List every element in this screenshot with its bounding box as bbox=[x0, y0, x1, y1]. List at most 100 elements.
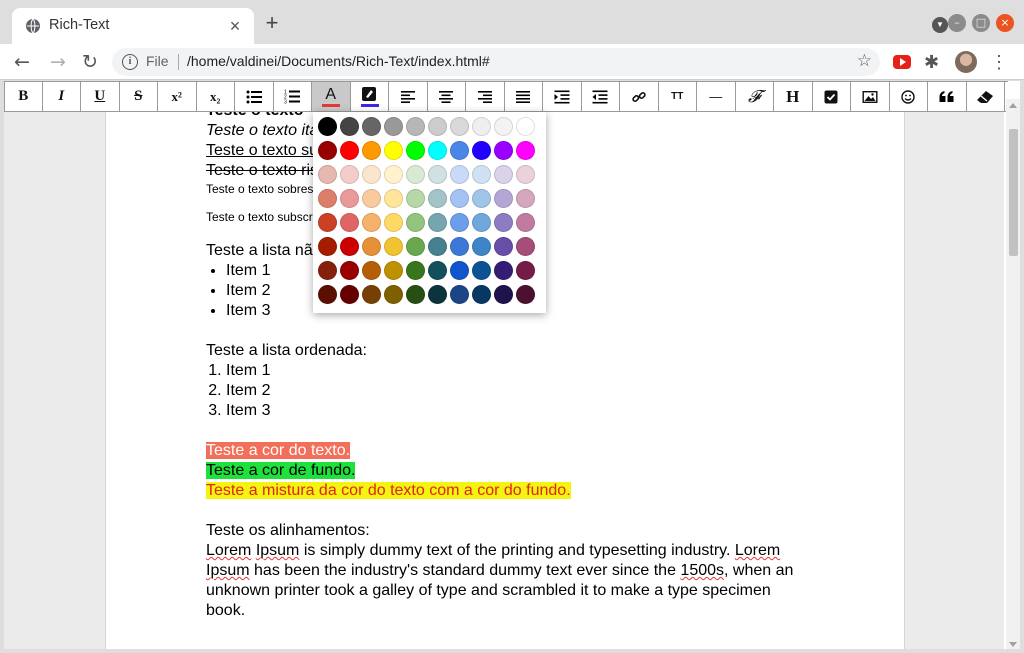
color-swatch[interactable] bbox=[494, 165, 513, 184]
color-swatch[interactable] bbox=[494, 261, 513, 280]
color-swatch[interactable] bbox=[340, 165, 359, 184]
color-swatch[interactable] bbox=[494, 285, 513, 304]
minimize-icon[interactable]: – bbox=[948, 14, 966, 32]
color-swatch[interactable] bbox=[472, 213, 491, 232]
color-swatch[interactable] bbox=[362, 285, 381, 304]
color-swatch[interactable] bbox=[472, 285, 491, 304]
italic-button[interactable]: I bbox=[43, 82, 81, 111]
color-swatch[interactable] bbox=[450, 141, 469, 160]
color-swatch[interactable] bbox=[494, 213, 513, 232]
forward-icon[interactable]: → bbox=[46, 50, 70, 74]
color-swatch[interactable] bbox=[494, 189, 513, 208]
color-swatch[interactable] bbox=[318, 117, 337, 136]
color-swatch[interactable] bbox=[340, 189, 359, 208]
color-swatch[interactable] bbox=[406, 189, 425, 208]
color-swatch[interactable] bbox=[450, 285, 469, 304]
url-text[interactable]: /home/valdinei/Documents/Rich-Text/index… bbox=[187, 53, 490, 69]
bold-button[interactable]: B bbox=[4, 82, 43, 111]
close-window-icon[interactable]: × bbox=[996, 14, 1014, 32]
color-swatch[interactable] bbox=[450, 237, 469, 256]
underline-button[interactable]: U bbox=[81, 82, 120, 111]
color-swatch[interactable] bbox=[384, 285, 403, 304]
color-swatch[interactable] bbox=[384, 117, 403, 136]
color-swatch[interactable] bbox=[472, 189, 491, 208]
color-swatch[interactable] bbox=[472, 165, 491, 184]
color-swatch[interactable] bbox=[318, 165, 337, 184]
color-swatch[interactable] bbox=[340, 141, 359, 160]
color-swatch[interactable] bbox=[428, 261, 447, 280]
heading-button[interactable]: H bbox=[774, 82, 813, 111]
color-swatch[interactable] bbox=[384, 141, 403, 160]
color-swatch[interactable] bbox=[362, 141, 381, 160]
color-swatch[interactable] bbox=[406, 141, 425, 160]
color-swatch[interactable] bbox=[516, 189, 535, 208]
page-scrollbar[interactable] bbox=[1006, 99, 1020, 649]
tab-search-icon[interactable]: ▼ bbox=[932, 17, 948, 33]
color-swatch[interactable] bbox=[516, 117, 535, 136]
color-swatch[interactable] bbox=[516, 141, 535, 160]
tab-close-icon[interactable]: × bbox=[226, 17, 244, 35]
color-swatch[interactable] bbox=[406, 261, 425, 280]
color-swatch[interactable] bbox=[406, 117, 425, 136]
justify-button[interactable] bbox=[505, 82, 543, 111]
color-swatch[interactable] bbox=[450, 189, 469, 208]
emoji-button[interactable] bbox=[890, 82, 928, 111]
color-swatch[interactable] bbox=[340, 261, 359, 280]
color-swatch[interactable] bbox=[472, 237, 491, 256]
color-swatch[interactable] bbox=[384, 165, 403, 184]
color-swatch[interactable] bbox=[428, 117, 447, 136]
extensions-puzzle-icon[interactable]: ✱ bbox=[924, 52, 939, 73]
color-swatch[interactable] bbox=[318, 285, 337, 304]
profile-avatar[interactable] bbox=[955, 51, 977, 73]
color-swatch[interactable] bbox=[384, 237, 403, 256]
color-swatch[interactable] bbox=[340, 285, 359, 304]
indent-button[interactable] bbox=[543, 82, 582, 111]
color-swatch[interactable] bbox=[406, 165, 425, 184]
font-size-button[interactable]: TT bbox=[659, 82, 697, 111]
color-swatch[interactable] bbox=[340, 213, 359, 232]
new-tab-icon[interactable]: + bbox=[262, 12, 282, 34]
back-icon[interactable]: ← bbox=[10, 50, 34, 74]
color-swatch[interactable] bbox=[340, 237, 359, 256]
color-swatch[interactable] bbox=[406, 285, 425, 304]
color-swatch[interactable] bbox=[428, 285, 447, 304]
color-swatch[interactable] bbox=[516, 165, 535, 184]
link-button[interactable] bbox=[620, 82, 659, 111]
color-swatch[interactable] bbox=[318, 213, 337, 232]
youtube-extension-icon[interactable] bbox=[893, 55, 911, 69]
text-color-button[interactable]: A bbox=[312, 82, 351, 111]
color-swatch[interactable] bbox=[318, 261, 337, 280]
ordered-list-button[interactable]: 1 2 3 bbox=[274, 82, 312, 111]
align-left-button[interactable] bbox=[389, 82, 428, 111]
address-bar[interactable]: i File /home/valdinei/Documents/Rich-Tex… bbox=[112, 48, 880, 76]
color-swatch[interactable] bbox=[428, 141, 447, 160]
color-swatch[interactable] bbox=[362, 237, 381, 256]
maximize-icon[interactable]: □ bbox=[972, 14, 990, 32]
horizontal-rule-button[interactable]: — bbox=[697, 82, 736, 111]
strikethrough-button[interactable]: S bbox=[120, 82, 158, 111]
image-button[interactable] bbox=[851, 82, 890, 111]
color-swatch[interactable] bbox=[318, 237, 337, 256]
color-swatch[interactable] bbox=[472, 141, 491, 160]
color-swatch[interactable] bbox=[318, 189, 337, 208]
browser-menu-icon[interactable]: ⋮ bbox=[990, 50, 1008, 74]
subscript-button[interactable]: x₂ bbox=[197, 82, 235, 111]
color-swatch[interactable] bbox=[450, 261, 469, 280]
color-swatch[interactable] bbox=[362, 117, 381, 136]
outdent-button[interactable] bbox=[582, 82, 620, 111]
color-swatch[interactable] bbox=[516, 261, 535, 280]
color-swatch[interactable] bbox=[384, 213, 403, 232]
color-swatch[interactable] bbox=[362, 213, 381, 232]
color-swatch[interactable] bbox=[472, 117, 491, 136]
color-swatch[interactable] bbox=[516, 213, 535, 232]
color-swatch[interactable] bbox=[384, 261, 403, 280]
color-swatch[interactable] bbox=[428, 165, 447, 184]
color-swatch[interactable] bbox=[450, 117, 469, 136]
color-swatch[interactable] bbox=[450, 213, 469, 232]
color-swatch[interactable] bbox=[428, 213, 447, 232]
bookmark-star-icon[interactable]: ☆ bbox=[857, 51, 872, 71]
scroll-down-icon[interactable] bbox=[1009, 642, 1017, 647]
scroll-thumb[interactable] bbox=[1009, 129, 1018, 256]
info-icon[interactable]: i bbox=[122, 54, 138, 70]
color-swatch[interactable] bbox=[406, 237, 425, 256]
